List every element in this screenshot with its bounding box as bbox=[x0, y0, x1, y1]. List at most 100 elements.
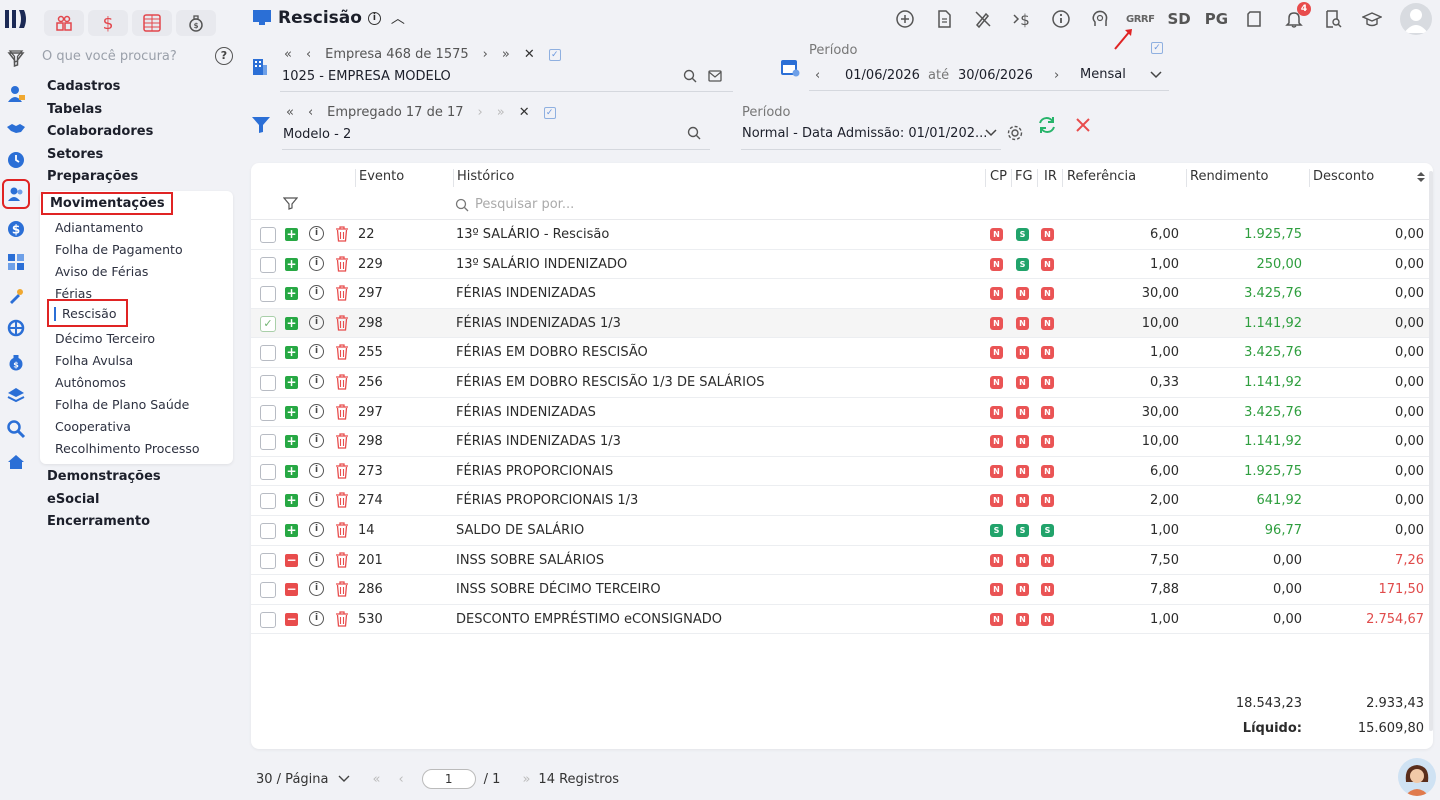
people-app-icon[interactable] bbox=[44, 10, 84, 36]
row-checkbox[interactable]: ✓ bbox=[260, 315, 276, 332]
report-search-icon[interactable] bbox=[1320, 6, 1346, 32]
provento-icon[interactable]: + bbox=[285, 435, 298, 449]
chevron-down-icon[interactable] bbox=[1149, 70, 1163, 80]
col-cp-header[interactable]: CP bbox=[990, 169, 1007, 184]
sidebar-item-aviso-de-ferias[interactable]: Aviso de Férias bbox=[55, 264, 148, 279]
page-input[interactable]: 1 bbox=[421, 769, 476, 789]
period-mode-select[interactable]: Mensal bbox=[1080, 67, 1126, 82]
row-checkbox[interactable] bbox=[260, 611, 276, 628]
col-desconto-header[interactable]: Desconto bbox=[1313, 169, 1374, 184]
per-page-chevron-icon[interactable] bbox=[338, 775, 350, 783]
title-info-icon[interactable]: i bbox=[367, 11, 381, 25]
transfer-dollar-icon[interactable]: $ bbox=[1009, 6, 1035, 32]
row-info-icon[interactable]: i bbox=[309, 462, 324, 478]
row-checkbox[interactable] bbox=[260, 375, 276, 391]
row-checkbox[interactable] bbox=[260, 523, 276, 539]
sidebar-item-folha-de-pagamento[interactable]: Folha de Pagamento bbox=[55, 242, 183, 257]
table-row[interactable]: − i 286 INSS SOBRE DÉCIMO TERCEIRO N N N 7,88 0,… bbox=[251, 575, 1433, 605]
prev-empresa-button[interactable]: ‹ bbox=[306, 47, 311, 62]
graduation-cap-icon[interactable] bbox=[1359, 6, 1385, 32]
col-rendimento-header[interactable]: Rendimento bbox=[1190, 169, 1269, 184]
provento-icon[interactable]: + bbox=[285, 524, 298, 537]
row-checkbox[interactable] bbox=[260, 552, 276, 569]
periodo2-chevron-icon[interactable] bbox=[984, 128, 998, 138]
sidebar-group-cadastros[interactable]: Cadastros bbox=[47, 79, 120, 94]
sidebar-item-recolhimento-processo[interactable]: Recolhimento Processo bbox=[55, 441, 200, 456]
sidebar-group-setores[interactable]: Setores bbox=[47, 147, 103, 162]
row-checkbox[interactable] bbox=[260, 404, 276, 421]
network-icon[interactable] bbox=[4, 316, 28, 340]
table-row[interactable]: + i 274 FÉRIAS PROPORCIONAIS 1/3 N N N 2,00 641,… bbox=[251, 486, 1433, 516]
table-row[interactable]: + i 297 FÉRIAS INDENIZADAS N N N 30,00 3.425,76 0… bbox=[251, 279, 1433, 309]
provento-icon[interactable]: + bbox=[285, 376, 298, 389]
sidebar-group-esocial[interactable]: eSocial bbox=[47, 492, 100, 507]
sidebar-group-colaboradores[interactable]: Colaboradores bbox=[47, 124, 153, 139]
sort-icon[interactable] bbox=[1415, 170, 1427, 184]
row-info-icon[interactable]: i bbox=[309, 610, 324, 626]
table-row[interactable]: + i 273 FÉRIAS PROPORCIONAIS N N N 6,00 1.925,75… bbox=[251, 457, 1433, 487]
pg-button[interactable]: PG bbox=[1205, 6, 1228, 32]
row-info-icon[interactable]: i bbox=[309, 522, 324, 537]
mail-icon[interactable] bbox=[708, 70, 722, 82]
col-evento-header[interactable]: Evento bbox=[359, 169, 404, 184]
trash-icon[interactable] bbox=[335, 403, 349, 420]
sidebar-filter-icon[interactable] bbox=[8, 48, 24, 64]
trash-icon[interactable] bbox=[335, 315, 349, 331]
first-empregado-button[interactable]: « bbox=[286, 105, 294, 120]
collapse-chevron-icon[interactable]: ︿ bbox=[391, 8, 405, 28]
sidebar-group-encerramento[interactable]: Encerramento bbox=[47, 514, 150, 529]
sidebar-item-folha-avulsa[interactable]: Folha Avulsa bbox=[55, 353, 133, 368]
empresa-search-icon[interactable] bbox=[683, 69, 697, 83]
trash-icon[interactable] bbox=[335, 344, 349, 361]
sidebar-item-adiantamento[interactable]: Adiantamento bbox=[55, 220, 143, 235]
prev-page-button[interactable]: ‹ bbox=[398, 772, 403, 787]
row-checkbox[interactable] bbox=[260, 434, 276, 451]
next-empresa-button[interactable]: › bbox=[483, 47, 488, 62]
grid-app-icon[interactable] bbox=[132, 10, 172, 36]
periodo-checkbox[interactable]: ✓ bbox=[1151, 42, 1163, 54]
bell-icon[interactable]: 4 bbox=[1281, 2, 1312, 32]
search-icon[interactable] bbox=[4, 417, 28, 441]
table-row[interactable]: − i 201 INSS SOBRE SALÁRIOS N N N 7,50 0,00 7,26 bbox=[251, 546, 1433, 576]
sidebar-group-tabelas[interactable]: Tabelas bbox=[47, 102, 102, 117]
document-icon[interactable] bbox=[931, 6, 957, 32]
info-circle-icon[interactable] bbox=[1048, 6, 1074, 32]
assistant-avatar[interactable] bbox=[1398, 758, 1436, 796]
vertical-scrollbar[interactable] bbox=[1429, 163, 1433, 749]
periodo2-select[interactable]: Normal - Data Admissão: 01/01/202... bbox=[742, 126, 987, 141]
table-row[interactable]: ✓ + i 298 FÉRIAS INDENIZADAS 1/3 N N N 10,00 1.14… bbox=[251, 308, 1433, 339]
close-icon[interactable] bbox=[1075, 117, 1091, 133]
row-checkbox[interactable] bbox=[260, 493, 276, 510]
trash-icon[interactable] bbox=[335, 255, 349, 272]
table-row[interactable]: + i 22 13º SALÁRIO - Rescisão N S N 6,00 1.925,7… bbox=[251, 220, 1433, 250]
first-empresa-button[interactable]: « bbox=[284, 47, 292, 62]
provento-icon[interactable]: + bbox=[285, 228, 298, 241]
sidebar-group-demonstracoes[interactable]: Demonstrações bbox=[47, 469, 161, 484]
last-empregado-button[interactable]: » bbox=[497, 105, 505, 120]
row-checkbox[interactable] bbox=[260, 345, 276, 362]
provento-icon[interactable]: + bbox=[285, 316, 298, 330]
empresa-field[interactable]: 1025 - EMPRESA MODELO bbox=[282, 69, 451, 84]
row-info-icon[interactable]: i bbox=[309, 403, 324, 419]
row-info-icon[interactable]: i bbox=[309, 255, 324, 271]
clock-icon[interactable] bbox=[4, 148, 28, 172]
finance-app-icon[interactable]: $ bbox=[88, 10, 128, 36]
desconto-icon[interactable]: − bbox=[285, 553, 298, 567]
layers-icon[interactable] bbox=[4, 383, 28, 407]
sd-button[interactable]: SD bbox=[1167, 6, 1190, 32]
money-bag-icon[interactable]: $ bbox=[4, 350, 28, 374]
add-circle-icon[interactable] bbox=[892, 6, 918, 32]
row-info-icon[interactable]: i bbox=[309, 581, 324, 597]
sidebar-item-decimo-terceiro[interactable]: Décimo Terceiro bbox=[55, 331, 155, 346]
period-start[interactable]: 01/06/2026 bbox=[845, 68, 920, 83]
provento-icon[interactable]: + bbox=[285, 464, 298, 478]
table-row[interactable]: + i 255 FÉRIAS EM DOBRO RESCISÃO N N N 1,00 3.42… bbox=[251, 338, 1433, 368]
sidebar-group-movimentacoes[interactable]: Movimentações bbox=[41, 192, 173, 215]
clear-empresa-icon[interactable]: ✕ bbox=[524, 47, 535, 62]
provento-icon[interactable]: + bbox=[285, 257, 298, 271]
filter-funnel-icon[interactable] bbox=[251, 116, 271, 134]
user-avatar[interactable] bbox=[1400, 3, 1432, 35]
table-row[interactable]: + i 298 FÉRIAS INDENIZADAS 1/3 N N N 10,00 1.141… bbox=[251, 427, 1433, 457]
table-row[interactable]: + i 256 FÉRIAS EM DOBRO RESCISÃO 1/3 DE SAL… bbox=[251, 368, 1433, 398]
help-icon[interactable]: ? bbox=[215, 47, 233, 65]
